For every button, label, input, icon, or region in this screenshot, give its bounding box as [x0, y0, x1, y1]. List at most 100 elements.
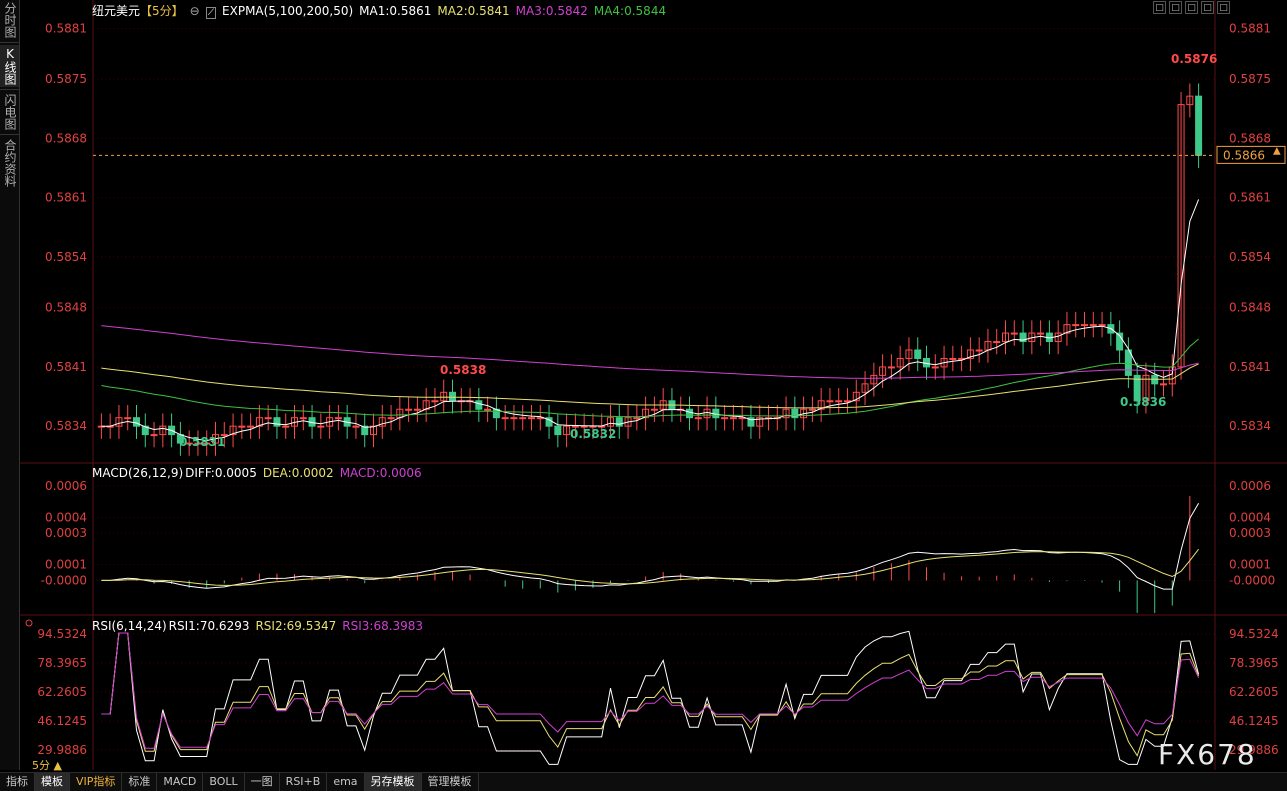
price-axis-tick-left: 0.5834	[45, 419, 87, 433]
tab-flash[interactable]: 闪电图	[0, 92, 19, 132]
sidebar: 分时图 K线图 闪电图 合约资料	[0, 0, 20, 770]
candle-body	[914, 349, 922, 359]
candle-body	[1089, 324, 1097, 327]
layout-button-3[interactable]: □	[1185, 1, 1198, 14]
tab-boll[interactable]: BOLL	[203, 773, 245, 791]
candle-body	[449, 391, 456, 402]
candle-body	[431, 400, 439, 403]
candle-body	[475, 400, 483, 410]
rsi-axis-tick-left: 62.2605	[37, 685, 87, 699]
ema-line-ma1	[101, 199, 1200, 442]
current-price-label: 0.5866	[1223, 148, 1265, 162]
price-axis-tick-left: 0.5861	[45, 191, 87, 205]
macd-axis-tick-left: -0.0000	[41, 573, 87, 587]
candle-body	[844, 400, 851, 403]
candle-body	[299, 417, 307, 420]
macd-dea: DEA:0.0002	[262, 466, 334, 480]
price-axis-tick-right: 0.5848	[1229, 301, 1271, 315]
price-axis-tick-left: 0.5854	[45, 250, 87, 264]
candle-body	[273, 417, 281, 427]
candle-body	[484, 408, 492, 411]
price-axis-tick-right: 0.5854	[1229, 250, 1271, 264]
candle-body	[1010, 332, 1018, 335]
candle-body	[317, 425, 325, 428]
candle-body	[993, 341, 1001, 344]
candle-body	[247, 425, 255, 428]
tab-ema[interactable]: ema	[327, 773, 365, 791]
candle-body	[686, 408, 693, 419]
layout-button-2[interactable]: □	[1169, 1, 1182, 14]
price-axis-tick-right: 0.5881	[1229, 21, 1271, 35]
price-axis-tick-right: 0.5861	[1229, 191, 1271, 205]
candle-body	[264, 417, 272, 420]
close-button[interactable]: □	[1217, 1, 1230, 14]
rsi-axis-tick-right: 62.2605	[1229, 685, 1279, 699]
manage-template-button[interactable]: 管理模板	[422, 773, 479, 791]
macd-macd: MACD:0.0006	[339, 466, 422, 480]
rsi-axis-tick-left: 46.1245	[37, 714, 87, 728]
rsi-settings-icon[interactable]	[25, 619, 33, 627]
tab-vip-indicator[interactable]: VIP指标	[70, 773, 123, 791]
rsi3-line	[101, 632, 1200, 749]
save-template-button[interactable]: 另存模板	[364, 773, 422, 791]
rsi1-value: RSI1:70.6293	[168, 619, 250, 633]
tab-rsi-b[interactable]: RSI+B	[280, 773, 328, 791]
settings-icon[interactable]: ⊖	[190, 4, 200, 18]
watermark-logo: FX678	[1158, 738, 1257, 771]
candle-body	[405, 408, 413, 411]
candle-body	[150, 434, 158, 437]
candle-body	[835, 400, 843, 403]
indicator-name: EXPMA(5,100,200,50)	[222, 4, 354, 18]
candle-body	[729, 417, 737, 420]
candle-body	[238, 425, 246, 428]
tab-indicator[interactable]: 指标	[0, 773, 35, 791]
ma1-value: MA1:0.5861	[359, 4, 432, 18]
sidebar-divider	[0, 134, 19, 135]
layout-button-4[interactable]: □	[1201, 1, 1214, 14]
macd-legend: MACD(26,12,9) DIFF:0.0005 DEA:0.0002 MACD:0…	[92, 466, 428, 480]
macd-axis-tick-left: 0.0004	[45, 510, 87, 524]
price-axis-tick-right: 0.5841	[1229, 360, 1271, 374]
candle-body	[124, 417, 132, 420]
sidebar-divider	[0, 89, 19, 90]
rsi-axis-tick-left: 29.9886	[37, 743, 87, 757]
candle-body	[615, 417, 623, 427]
candle-body	[721, 417, 729, 420]
rsi-title: RSI(6,14,24)	[92, 619, 167, 633]
tab-timeshare[interactable]: 分时图	[0, 0, 19, 40]
period-selector[interactable]: 5分 ▲	[32, 757, 62, 773]
candle-body	[826, 400, 834, 403]
ma4-value: MA4:0.5844	[593, 4, 667, 18]
price-axis-tick-left: 0.5848	[45, 301, 87, 315]
price-axis-tick-left: 0.5875	[45, 72, 87, 86]
tab-kline[interactable]: K线图	[0, 45, 19, 87]
candle-body	[931, 366, 939, 369]
candle-body	[501, 417, 509, 420]
layout-button-1[interactable]: □	[1153, 1, 1166, 14]
candle-body	[887, 366, 895, 369]
current-price-arrow-icon: ▲	[1273, 145, 1281, 156]
rsi-legend: RSI(6,14,24) RSI1:70.6293 RSI2:69.5347 RSI3…	[92, 619, 429, 633]
tab-template[interactable]: 模板	[35, 773, 70, 791]
rsi-axis-tick-left: 94.5324	[37, 627, 87, 641]
chart-canvas[interactable]: 0.5881 0.5881 0.5875 0.5875 0.5868 0.5868 0.58…	[19, 0, 1287, 772]
candle-body	[1081, 324, 1088, 327]
candle-body	[1098, 324, 1106, 327]
tab-standard[interactable]: 标准	[122, 773, 158, 791]
price-axis-tick-right: 0.5875	[1229, 72, 1271, 86]
macd-axis-tick-right: -0.0000	[1229, 573, 1275, 587]
tab-contract-info[interactable]: 合约资料	[0, 137, 19, 189]
rsi2-value: RSI2:69.5347	[255, 619, 337, 633]
main-legend: 纽元美元【5分】 ⊖ ⟋ EXPMA(5,100,200,50) MA1:0.5861 M…	[92, 2, 672, 19]
candle-body	[1160, 383, 1167, 386]
macd-axis-tick-left: 0.0003	[45, 526, 87, 540]
tab-one-chart[interactable]: 一图	[245, 773, 280, 791]
macd-axis-tick-right: 0.0001	[1229, 558, 1271, 572]
ma2-value: MA2:0.5841	[437, 4, 510, 18]
chart-icon: ⟋	[205, 7, 217, 19]
local-high-annotation: 0.5838	[440, 363, 486, 377]
rsi3-value: RSI3:68.3983	[342, 619, 424, 633]
rsi-axis-tick-right: 94.5324	[1229, 627, 1279, 641]
symbol-name: 纽元美元	[92, 4, 141, 18]
tab-macd[interactable]: MACD	[157, 773, 204, 791]
